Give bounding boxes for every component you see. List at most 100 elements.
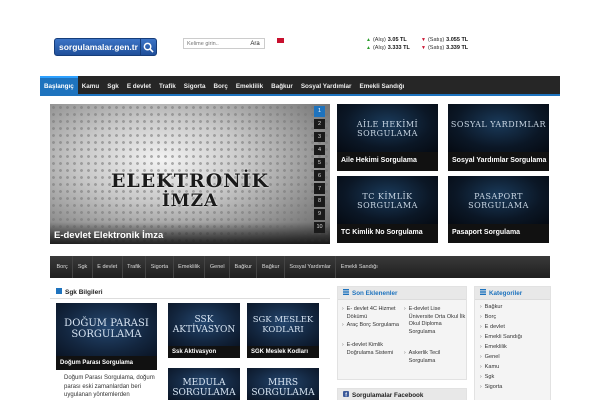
nav-item-trafik[interactable]: Trafik: [155, 76, 180, 94]
bullet-icon: ›: [480, 314, 482, 320]
recent-post-link[interactable]: › Araç Borç Sorgulama: [342, 322, 404, 330]
categories-header: Kategoriler: [475, 287, 550, 300]
tile-sosyal-yardimlar[interactable]: SOSYAL YARDIMLAR Sosyal Yardımlar Sorgul…: [448, 104, 549, 171]
subnav-item-bagkur-2[interactable]: Bağkur: [257, 256, 285, 278]
recent-posts-header: Son Eklenenler: [338, 287, 466, 300]
slider-pager: 1 2 3 4 5 6 7 8 9 10: [314, 106, 326, 235]
subnav-item-sgk[interactable]: Sgk: [73, 256, 93, 278]
tile-tc-kimlik[interactable]: TC KİMLİK SORGULAMA TC Kimlik No Sorgula…: [337, 176, 438, 243]
search-button[interactable]: Ara: [246, 41, 264, 47]
facebook-widget-title: Sorgulamalar Facebook: [352, 391, 424, 399]
slider-page-10[interactable]: 10: [314, 222, 325, 233]
featured-slider[interactable]: ELEKTRONİK İMZA E-devlet Elektronik İmza: [50, 104, 330, 244]
slider-page-3[interactable]: 3: [314, 131, 325, 143]
card-mhrs[interactable]: MHRS SORGULAMA: [247, 368, 319, 400]
slider-page-6[interactable]: 6: [314, 170, 325, 181]
category-link[interactable]: › Kamu: [480, 362, 550, 372]
nav-item-bagkur[interactable]: Bağkur: [267, 76, 297, 94]
tile-image-text: PASAPORT SORGULAMA: [448, 176, 549, 224]
subnav-item-sosyal-yardimlar[interactable]: Sosyal Yardımlar: [285, 256, 337, 278]
recent-post-link[interactable]: › E-devlet Lise Üniversite Orta Okul İlk…: [404, 306, 466, 336]
category-label: Sigorta: [484, 384, 503, 390]
card-ssk-aktivasyon[interactable]: SSK AKTİVASYON Ssk Aktivasyon: [168, 303, 240, 358]
bullet-icon: ›: [480, 374, 482, 380]
recent-post-title: E-devlet Kimlik Doğrulama Sistemi: [346, 342, 394, 356]
bullet-icon: ›: [480, 304, 482, 310]
slider-page-5[interactable]: 5: [314, 157, 325, 169]
category-link[interactable]: › E devlet: [480, 322, 550, 332]
slider-page-4[interactable]: 4: [314, 144, 325, 156]
slider-page-8[interactable]: 8: [314, 196, 325, 207]
category-link[interactable]: › Bağkur: [480, 302, 550, 312]
subnav-item-genel[interactable]: Genel: [205, 256, 231, 278]
down-arrow-icon: ▼: [421, 37, 426, 43]
bullet-icon: ›: [480, 384, 482, 390]
nav-item-sosyal-yardimlar[interactable]: Sosyal Yardımlar: [297, 76, 356, 94]
card-sgk-meslek-kodlari[interactable]: SGK MESLEK KODLARI SGK Meslek Kodları: [247, 303, 319, 358]
recent-post-link[interactable]: › E-devlet Kimlik Doğrulama Sistemi: [342, 342, 404, 357]
category-nav: Borç Sgk E devlet Trafik Sigorta Emeklil…: [50, 256, 550, 278]
category-link[interactable]: › Genel: [480, 352, 550, 362]
card-medula[interactable]: MEDULA SORGULAMA: [168, 368, 240, 400]
category-label: E devlet: [484, 324, 505, 330]
nav-stripe: [40, 94, 560, 96]
slider-page-9[interactable]: 9: [314, 209, 325, 220]
category-link[interactable]: › Sigorta: [480, 382, 550, 392]
slider-page-1[interactable]: 1: [314, 106, 325, 117]
nav-item-borc[interactable]: Borç: [209, 76, 231, 94]
widget-icon: [56, 288, 62, 296]
search-input[interactable]: [184, 39, 246, 48]
fx-label: (Alış): [372, 45, 386, 51]
card-dogum-parasi[interactable]: DOĞUM PARASI SORGULAMA Doğum Parası Sorg…: [56, 303, 157, 370]
category-label: Emeklilik: [484, 344, 507, 350]
bullet-icon: ›: [342, 342, 344, 348]
category-link[interactable]: › Emekli Sandığı: [480, 332, 550, 342]
card-image-text: MEDULA SORGULAMA: [168, 368, 240, 400]
sgk-widget-title-text: Sgk Bilgileri: [65, 288, 103, 296]
recent-post-link[interactable]: › E- devlet 4C Hizmet Dökümü: [342, 306, 404, 321]
nav-item-sigorta[interactable]: Sigorta: [180, 76, 210, 94]
nav-item-edevlet[interactable]: E devlet: [123, 76, 155, 94]
tile-pasaport[interactable]: PASAPORT SORGULAMA Pasaport Sorgulama: [448, 176, 549, 243]
search-icon: [140, 39, 156, 55]
tile-caption: Pasaport Sorgulama: [448, 224, 549, 243]
nav-item-emekli-sandigi[interactable]: Emekli Sandığı: [356, 76, 409, 94]
card-caption: Doğum Parası Sorgulama: [56, 356, 157, 370]
nav-item-kamu[interactable]: Kamu: [78, 76, 104, 94]
recent-post-link[interactable]: › Askerlik Tecil Sorgulama: [404, 350, 466, 365]
subnav-item-edevlet[interactable]: E devlet: [93, 256, 123, 278]
up-arrow-icon: ▲: [366, 45, 371, 51]
subnav-item-bagkur[interactable]: Bağkur: [230, 256, 258, 278]
category-link[interactable]: › Sgk: [480, 372, 550, 382]
bullet-icon: ›: [342, 306, 344, 312]
recent-post-title: E-devlet Lise Üniversite Orta Okul İlk O…: [408, 306, 466, 335]
subnav-item-trafik[interactable]: Trafik: [123, 256, 147, 278]
slider-page-7[interactable]: 7: [314, 183, 325, 194]
category-label: Genel: [484, 354, 500, 360]
category-link[interactable]: › Emeklilik: [480, 342, 550, 352]
recent-post-title: Askerlik Tecil Sorgulama: [408, 350, 441, 364]
category-link[interactable]: › Borç: [480, 312, 550, 322]
site-logo[interactable]: sorgulamalar.gen.tr: [54, 38, 157, 56]
divider: [50, 298, 330, 299]
slider-page-2[interactable]: 2: [314, 118, 325, 130]
nav-item-emeklilik[interactable]: Emeklilik: [232, 76, 267, 94]
fx-label: (Alış): [372, 37, 386, 43]
subnav-item-emekli-sandigi[interactable]: Emekli Sandığı: [336, 256, 382, 278]
subnav-item-borc[interactable]: Borç: [52, 256, 74, 278]
tile-aile-hekimi[interactable]: AİLE HEKİMİ SORGULAMA Aile Hekimi Sorgul…: [337, 104, 438, 171]
tile-image-text: SOSYAL YARDIMLAR: [448, 104, 549, 152]
subnav-item-emeklilik[interactable]: Emeklilik: [174, 256, 206, 278]
slide-caption[interactable]: E-devlet Elektronik İmza: [50, 222, 330, 244]
main-nav: Başlangıç Kamu Sgk E devlet Trafik Sigor…: [40, 76, 560, 94]
card-image-text: DOĞUM PARASI SORGULAMA: [56, 303, 157, 356]
subnav-item-sigorta[interactable]: Sigorta: [146, 256, 174, 278]
bullet-icon: ›: [342, 322, 344, 328]
tile-caption: Sosyal Yardımlar Sorgulama: [448, 152, 549, 171]
list-icon: [480, 289, 486, 297]
up-arrow-icon: ▲: [366, 37, 371, 43]
nav-item-baslangic[interactable]: Başlangıç: [40, 76, 78, 94]
nav-item-sgk[interactable]: Sgk: [103, 76, 123, 94]
fx-value: 3.339 TL: [446, 45, 469, 51]
slide-image-text-line2: İMZA: [161, 191, 219, 211]
